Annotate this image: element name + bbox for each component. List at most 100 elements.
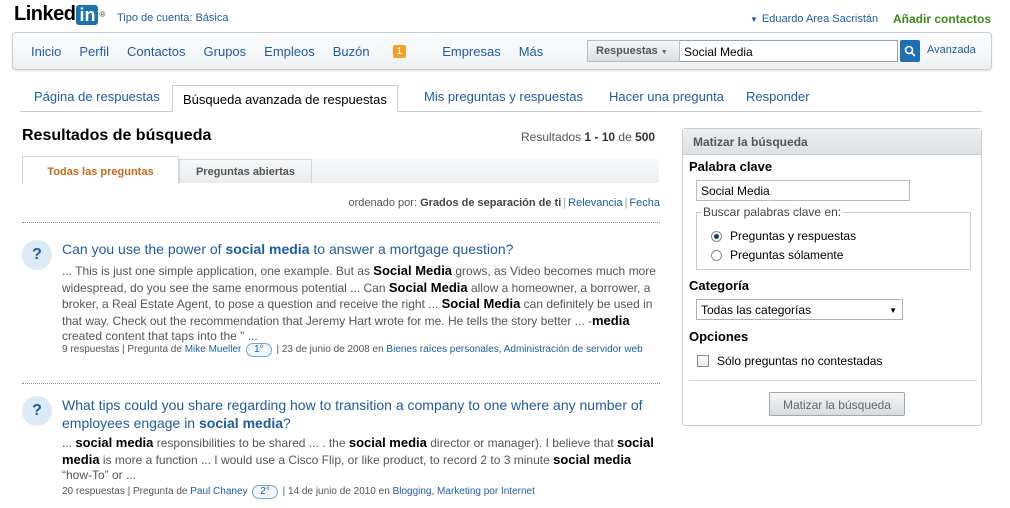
options-label: Opciones [689, 329, 749, 344]
snippet-highlight: Social Media [373, 263, 453, 278]
keyword-label: Palabra clave [689, 159, 773, 174]
user-menu[interactable]: ▼ Eduardo Area Sacristán [750, 13, 878, 25]
question-title[interactable]: What tips could you share regarding how … [62, 396, 660, 432]
refine-search-button[interactable]: Matizar la búsqueda [769, 392, 905, 416]
results-count-of: de [615, 130, 636, 144]
question-icon: ? [22, 396, 52, 426]
logo-registered-mark: ® [99, 10, 106, 19]
keyword-input[interactable]: Social Media [696, 180, 910, 201]
category-link[interactable]: Administración de servidor web [504, 344, 643, 355]
radio-button-selected [711, 230, 722, 242]
connection-degree-badge: 1° [246, 343, 272, 357]
snippet-highlight: Social Media [441, 296, 521, 311]
search-in-legend: Buscar palabras clave en: [701, 205, 844, 219]
dropdown-arrow-icon: ▼ [660, 49, 668, 56]
tab-answers-home[interactable]: Página de respuestas [34, 89, 160, 104]
snippet-text: is more a function ... I would use a Cis… [99, 452, 554, 467]
question-icon: ? [22, 240, 52, 270]
tab-advanced-answers-search[interactable]: Búsqueda avanzada de respuestas [172, 85, 398, 112]
nav-inbox[interactable]: Buzón 1 [333, 44, 424, 59]
nav-groups[interactable]: Grupos [204, 44, 247, 59]
logo-text: Linked [14, 3, 76, 25]
search-scope-dropdown[interactable]: Respuestas ▼ [587, 40, 680, 62]
nav-more[interactable]: Más [519, 44, 544, 59]
question-title-text: to answer a mortgage question? [309, 241, 514, 257]
advanced-search-link[interactable]: Avanzada [927, 44, 976, 56]
answer-count: 20 respuestas [62, 486, 125, 497]
unanswered-only-checkbox[interactable]: Sólo preguntas no contestadas [697, 354, 882, 368]
question-title-text: What tips could you share regarding how … [62, 397, 643, 431]
category-label: Categoría [689, 278, 749, 293]
snippet-highlight: social media [348, 435, 427, 450]
radio-button [711, 249, 722, 261]
results-divider [22, 222, 660, 223]
add-contacts-link[interactable]: Añadir contactos [893, 12, 991, 26]
checkbox [697, 355, 709, 367]
snippet-text: “how-To” or ... [62, 468, 137, 482]
refine-title: Matizar la búsqueda [683, 129, 981, 155]
results-divider [22, 383, 660, 384]
results-count-range: 1 - 10 [584, 130, 616, 144]
refine-search-panel: Matizar la búsqueda Palabra clave Social… [682, 128, 982, 426]
asked-by-prefix: Pregunta de [132, 486, 191, 497]
category-link[interactable]: Marketing por Internet [437, 486, 535, 497]
radio-label: Preguntas sólamente [730, 248, 844, 262]
snippet-highlight: media [592, 312, 630, 328]
results-count: Resultados 1 - 10 de 500 [521, 130, 655, 144]
main-nav: Inicio Perfil Contactos Grupos Empleos B… [12, 32, 992, 70]
results-title: Resultados de búsqueda [22, 127, 212, 144]
category-selected-value: Todas las categorías [701, 303, 812, 317]
snippet-text: created content that taps into the " ... [62, 329, 258, 343]
author-link[interactable]: Paul Chaney [190, 486, 247, 497]
checkbox-label: Sólo preguntas no contestadas [717, 354, 883, 368]
search-icon [904, 45, 916, 57]
results-count-total: 500 [635, 130, 656, 144]
results-count-prefix: Resultados [521, 130, 585, 144]
answer-count: 9 respuestas [62, 344, 120, 355]
user-name: Eduardo Area Sacristán [761, 13, 879, 25]
nav-contacts[interactable]: Contactos [127, 44, 186, 59]
question-title-highlight: social media [225, 241, 310, 257]
category-select[interactable]: Todas las categorías ▼ [696, 299, 903, 320]
tab-ask-question[interactable]: Hacer una pregunta [609, 89, 724, 104]
radio-label: Preguntas y respuestas [730, 229, 857, 243]
top-bar: Linked in ® Tipo de cuenta: Básica ▼ Edua… [0, 0, 1010, 32]
radio-questions-and-answers[interactable]: Preguntas y respuestas [711, 229, 856, 243]
snippet-text: responsibilities to be shared ... . the [153, 436, 349, 450]
tab-open-questions[interactable]: Preguntas abiertas [179, 159, 312, 183]
author-link[interactable]: Mike Mueller [185, 344, 242, 355]
nav-jobs[interactable]: Empleos [264, 44, 315, 59]
nav-profile[interactable]: Perfil [79, 44, 109, 59]
category-link[interactable]: Bienes raíces personales [386, 344, 498, 355]
snippet-text: ... [62, 436, 76, 450]
sort-date[interactable]: Fecha [629, 197, 660, 209]
tab-all-questions[interactable]: Todas las preguntas [22, 156, 179, 184]
snippet-highlight: social media [75, 435, 154, 450]
nav-companies[interactable]: Empresas [442, 44, 501, 59]
search-input[interactable]: Social Media [680, 40, 898, 62]
radio-questions-only[interactable]: Preguntas sólamente [711, 248, 843, 262]
question-filter-tabs: Todas las preguntas Preguntas abiertas [22, 156, 659, 184]
subtab-bar-fill [312, 159, 659, 183]
asked-by-prefix: Pregunta de [127, 344, 185, 355]
snippet-highlight: Social Media [388, 279, 468, 295]
sort-relevance[interactable]: Relevancia [568, 197, 622, 209]
question-meta: 9 respuestas | Pregunta de Mike Mueller … [62, 343, 643, 357]
search-button[interactable] [900, 40, 920, 62]
nav-home[interactable]: Inicio [31, 44, 61, 59]
tab-answer[interactable]: Responder [746, 89, 810, 104]
linkedin-logo[interactable]: Linked in ® [14, 3, 105, 26]
logo-in-mark: in [76, 4, 99, 25]
category-link[interactable]: Blogging [393, 486, 432, 497]
question-snippet: ... This is just one simple application,… [62, 263, 660, 345]
question-snippet: ... social media responsibilities to be … [62, 435, 660, 484]
sort-options: ordenado por: Grados de separación de ti… [348, 197, 661, 209]
question-meta: 20 respuestas | Pregunta de Paul Chaney … [62, 485, 535, 499]
question-title-highlight: social media [199, 415, 284, 431]
question-title[interactable]: Can you use the power of social media to… [62, 240, 660, 258]
account-type-link[interactable]: Tipo de cuenta: Básica [117, 12, 229, 24]
question-title-text: ? [283, 415, 291, 431]
snippet-text: ... This is just one simple application,… [62, 264, 374, 278]
tab-my-questions[interactable]: Mis preguntas y respuestas [424, 89, 583, 104]
sort-degrees[interactable]: Grados de separación de ti [420, 197, 561, 209]
